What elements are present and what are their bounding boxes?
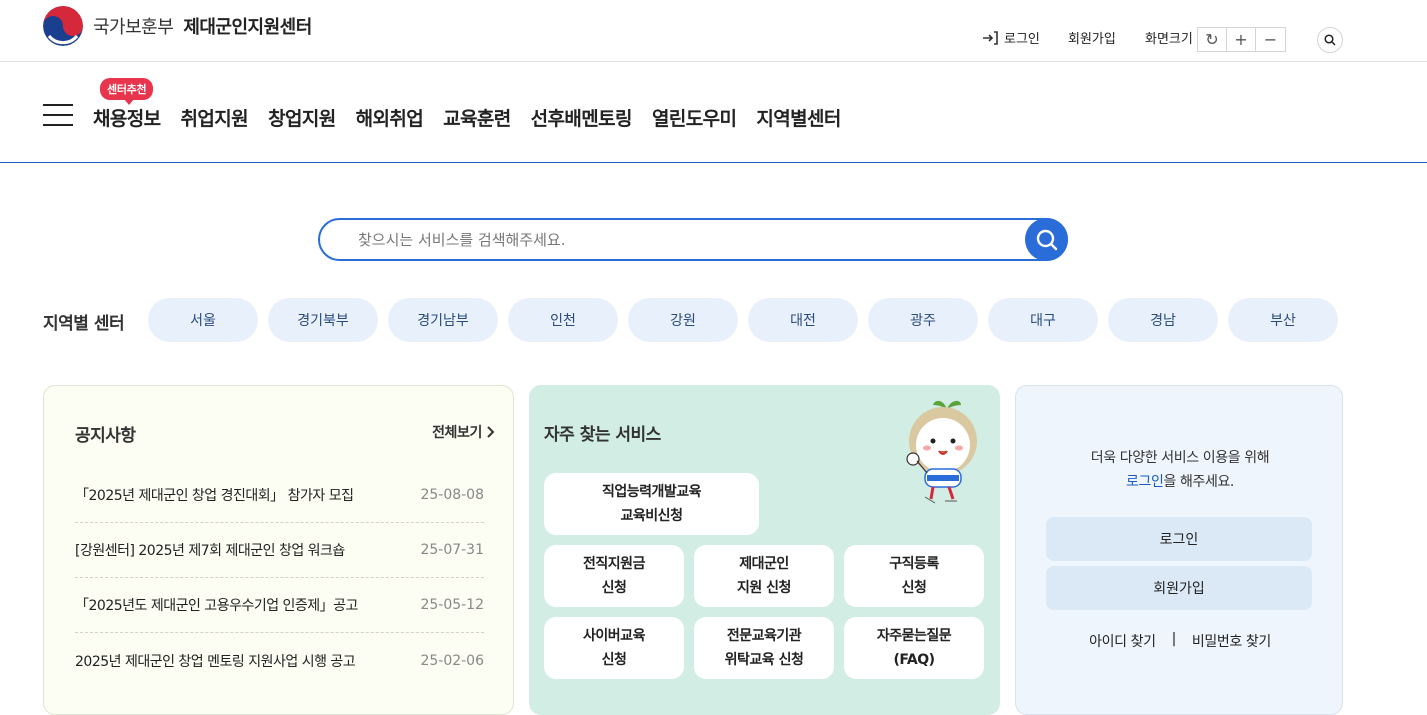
zoom-controls: ↻ + − <box>1197 27 1286 52</box>
search-input[interactable] <box>358 228 998 252</box>
view-all-label: 전체보기 <box>432 425 482 441</box>
service-label-line2: 신청 <box>601 580 627 596</box>
menu-item-employment[interactable]: 취업지원 <box>181 104 249 131</box>
menu-item-overseas[interactable]: 해외취업 <box>356 104 424 131</box>
login-inline-link[interactable]: 로그인 <box>1126 474 1164 490</box>
join-button[interactable]: 회원가입 <box>1046 566 1312 610</box>
zoom-in-button[interactable]: + <box>1227 28 1256 51</box>
login-message-rest: 을 해주세요. <box>1163 474 1234 490</box>
notice-list: 「2025년 제대군인 창업 경진대회」 참가자 모집 25-08-08 [강원… <box>75 468 484 688</box>
service-label-line2: 신청 <box>901 580 927 596</box>
zoom-out-button[interactable]: − <box>1256 28 1285 51</box>
service-label-line1: 구직등록 <box>889 556 939 572</box>
login-message-line1: 더욱 다양한 서비스 이용을 위해 <box>1090 450 1270 466</box>
find-account-links: 아이디 찾기 | 비밀번호 찾기 <box>1016 631 1344 651</box>
notice-item-date: 25-08-08 <box>420 487 484 503</box>
login-message: 더욱 다양한 서비스 이용을 위해 로그인을 해주세요. <box>1016 446 1344 494</box>
service-veteran-support-button[interactable]: 제대군인 지원 신청 <box>694 545 834 607</box>
notice-item-date: 25-07-31 <box>420 542 484 558</box>
service-label-line1: 자주묻는질문 <box>876 628 952 644</box>
region-button-daejeon[interactable]: 대전 <box>748 298 858 342</box>
notice-item-date: 25-02-06 <box>420 652 484 669</box>
service-cyber-education-button[interactable]: 사이버교육 신청 <box>544 617 684 679</box>
site-logo[interactable]: 국가보훈부 제대군인지원센터 <box>43 6 312 46</box>
service-job-registration-button[interactable]: 구직등록 신청 <box>844 545 984 607</box>
notice-item-title: 2025년 제대군인 창업 멘토링 지원사업 시행 공고 <box>75 653 356 670</box>
mascot-character-icon <box>906 400 977 504</box>
service-label-line2: 위탁교육 신청 <box>724 652 804 668</box>
notice-panel: 공지사항 전체보기 「2025년 제대군인 창업 경진대회」 참가자 모집 25… <box>43 385 514 715</box>
find-id-link[interactable]: 아이디 찾기 <box>1089 631 1156 651</box>
notice-view-all-link[interactable]: 전체보기 <box>432 422 497 442</box>
menu-item-regional[interactable]: 지역별센터 <box>756 104 841 131</box>
menu-item-helper[interactable]: 열린도우미 <box>652 104 737 131</box>
service-label-line1: 직업능력개발교육 <box>601 484 702 500</box>
service-label-line2: 지원 신청 <box>737 580 791 596</box>
service-label-line2: (FAQ) <box>893 652 936 668</box>
search-icon <box>1324 34 1336 46</box>
menu-item-training[interactable]: 교육훈련 <box>443 104 511 131</box>
service-training-cost-button[interactable]: 직업능력개발교육 교육비신청 <box>544 473 759 535</box>
link-separator: | <box>1171 631 1177 647</box>
search-submit-button[interactable] <box>1025 218 1068 261</box>
recommend-badge: 센터추천 <box>100 78 154 105</box>
region-button-incheon[interactable]: 인천 <box>508 298 618 342</box>
service-label-line2: 교육비신청 <box>620 508 683 524</box>
service-label-line2: 신청 <box>601 652 627 668</box>
region-button-gyeonggi-north[interactable]: 경기북부 <box>268 298 378 342</box>
region-button-seoul[interactable]: 서울 <box>148 298 258 342</box>
notice-item-title: [강원센터] 2025년 제7회 제대군인 창업 워크숍 <box>75 543 345 559</box>
region-section-label: 지역별 센터 <box>43 314 125 334</box>
menu-item-mentoring[interactable]: 선후배멘토링 <box>531 104 633 131</box>
header-search-button[interactable] <box>1317 27 1343 53</box>
login-message-line2: 로그인을 해주세요. <box>1016 470 1344 494</box>
menu-bar: 채용정보 취업지원 창업지원 해외취업 교육훈련 선후배멘토링 열린도우미 지역… <box>93 104 861 131</box>
service-label-line1: 제대군인 <box>739 556 789 572</box>
login-link[interactable]: 로그인 <box>982 28 1040 47</box>
service-label-line1: 사이버교육 <box>583 628 645 644</box>
chevron-right-icon <box>487 426 495 438</box>
top-header: 국가보훈부 제대군인지원센터 로그인 회원가입 화면크기 ↻ + − <box>0 0 1427 62</box>
search-icon <box>1036 229 1057 250</box>
login-icon <box>983 30 998 45</box>
region-button-gangwon[interactable]: 강원 <box>628 298 738 342</box>
notice-item[interactable]: 「2025년도 제대군인 고용우수기업 인증제」공고 25-05-12 <box>75 578 484 633</box>
region-button-gwangju[interactable]: 광주 <box>868 298 978 342</box>
center-name: 제대군인지원센터 <box>183 17 312 38</box>
frequent-services-panel: 자주 찾는 서비스 직업능력개발교육 교육비신청 전직지원금 신청 제대군인 지… <box>529 385 1000 715</box>
menu-item-startup[interactable]: 창업지원 <box>268 104 336 131</box>
notice-item[interactable]: [강원센터] 2025년 제7회 제대군인 창업 워크숍 25-07-31 <box>75 523 484 578</box>
notice-item-date: 25-05-12 <box>420 597 484 613</box>
main-navigation: 센터추천 채용정보 취업지원 창업지원 해외취업 교육훈련 선후배멘토링 열린도… <box>0 62 1427 163</box>
join-link[interactable]: 회원가입 <box>1068 28 1116 47</box>
zoom-reset-button[interactable]: ↻ <box>1198 28 1227 51</box>
find-password-link[interactable]: 비밀번호 찾기 <box>1192 631 1271 651</box>
region-button-list: 서울 경기북부 경기남부 인천 강원 대전 광주 대구 경남 부산 <box>148 298 1338 342</box>
region-button-gyeongnam[interactable]: 경남 <box>1108 298 1218 342</box>
login-link-label: 로그인 <box>1004 32 1040 47</box>
menu-item-jobs[interactable]: 채용정보 <box>93 104 161 131</box>
service-institution-training-button[interactable]: 전문교육기관 위탁교육 신청 <box>694 617 834 679</box>
service-transition-grant-button[interactable]: 전직지원금 신청 <box>544 545 684 607</box>
login-button[interactable]: 로그인 <box>1046 517 1312 561</box>
region-button-busan[interactable]: 부산 <box>1228 298 1338 342</box>
notice-item[interactable]: 2025년 제대군인 창업 멘토링 지원사업 시행 공고 25-02-06 <box>75 633 484 688</box>
notice-item-title: 「2025년도 제대군인 고용우수기업 인증제」공고 <box>75 598 358 614</box>
main-search-bar <box>318 218 1068 261</box>
zoom-label: 화면크기 <box>1145 32 1193 47</box>
taegeuk-emblem-icon <box>43 6 83 46</box>
region-button-gyeonggi-south[interactable]: 경기남부 <box>388 298 498 342</box>
notice-item[interactable]: 「2025년 제대군인 창업 경진대회」 참가자 모집 25-08-08 <box>75 468 484 523</box>
service-label-line1: 전직지원금 <box>583 556 645 572</box>
service-label-line1: 전문교육기관 <box>726 628 802 644</box>
notice-title: 공지사항 <box>75 426 136 446</box>
hamburger-menu-icon[interactable] <box>43 104 73 126</box>
region-button-daegu[interactable]: 대구 <box>988 298 1098 342</box>
ministry-name: 국가보훈부 <box>93 17 174 38</box>
notice-item-title: 「2025년 제대군인 창업 경진대회」 참가자 모집 <box>75 488 354 504</box>
login-panel: 더욱 다양한 서비스 이용을 위해 로그인을 해주세요. 로그인 회원가입 아이… <box>1015 385 1343 715</box>
service-faq-button[interactable]: 자주묻는질문 (FAQ) <box>844 617 984 679</box>
services-title: 자주 찾는 서비스 <box>544 425 661 445</box>
